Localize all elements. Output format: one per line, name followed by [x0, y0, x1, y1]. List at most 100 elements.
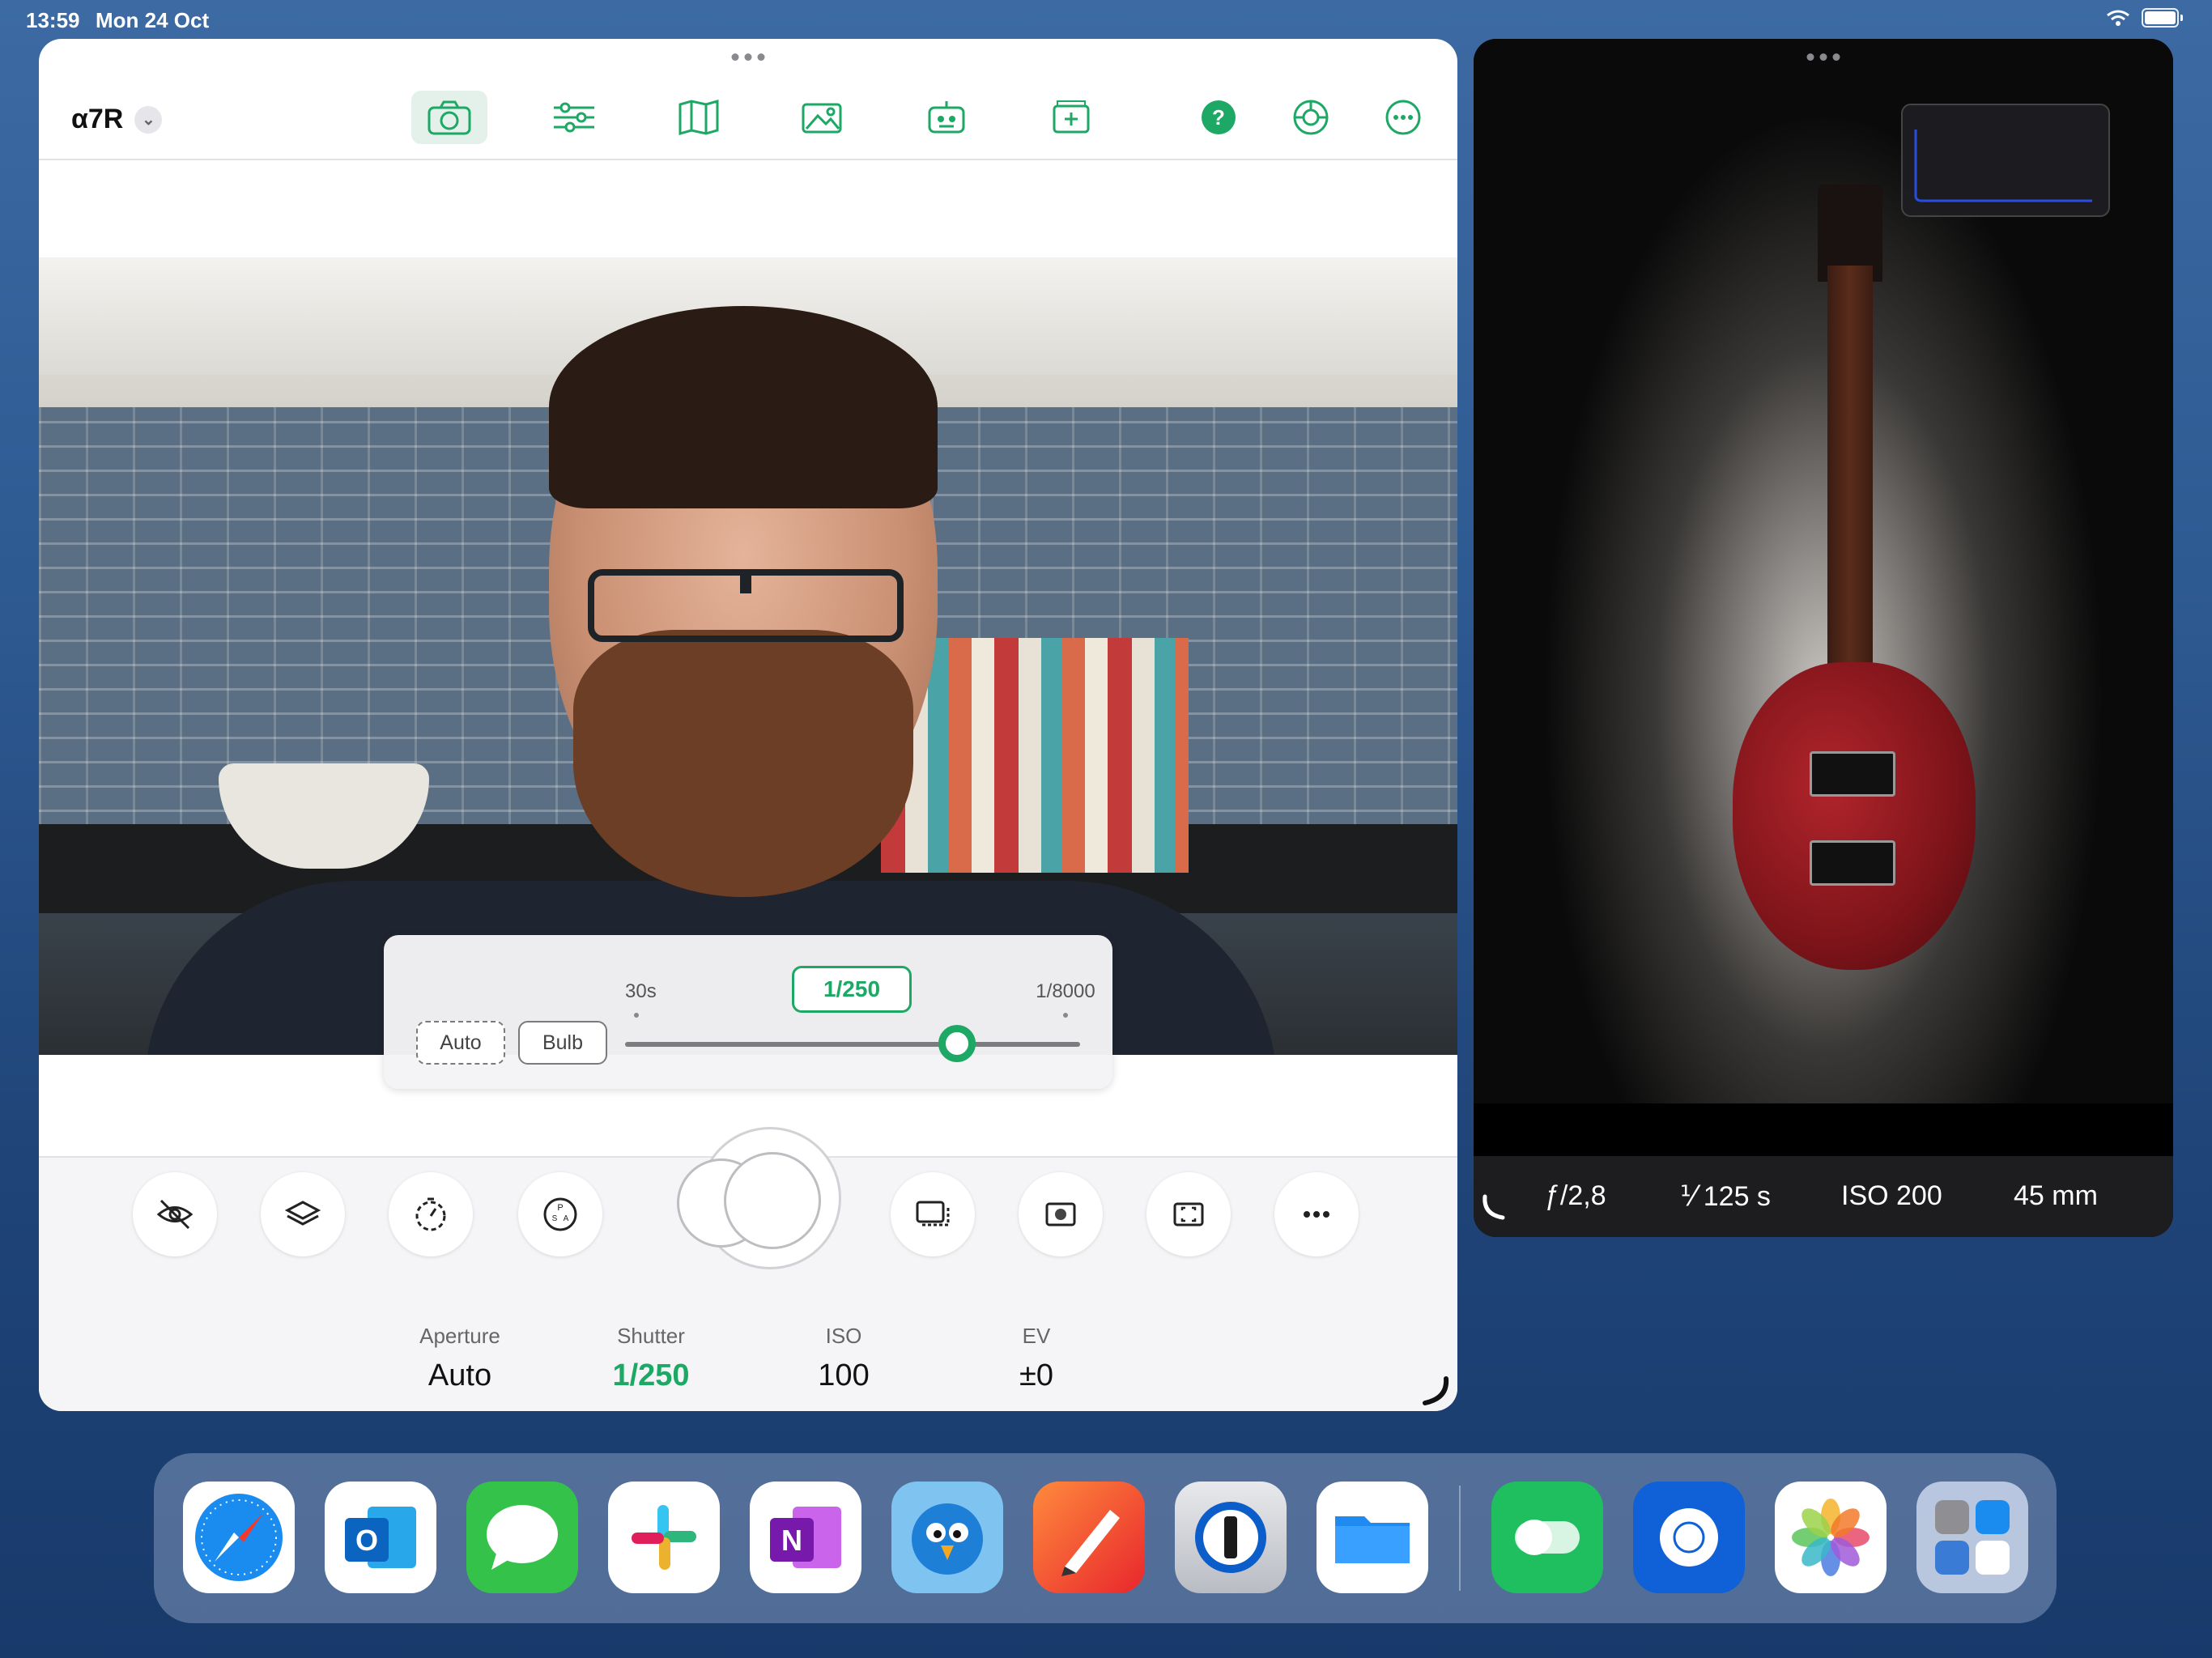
ev-label: EV: [1022, 1324, 1051, 1348]
adjustments-tab[interactable]: [536, 91, 612, 144]
timer-button[interactable]: [389, 1172, 473, 1256]
map-tab[interactable]: [661, 91, 737, 144]
camera-selector[interactable]: α7R ⌄: [71, 104, 163, 135]
robot-icon: [928, 101, 965, 134]
lv-glasses: [588, 569, 904, 642]
dock-app-library[interactable]: [1916, 1482, 2028, 1593]
photos-flower-icon: [1792, 1499, 1870, 1576]
svg-text:N: N: [781, 1524, 802, 1557]
layers-button[interactable]: [261, 1172, 345, 1256]
help-button[interactable]: ?: [1180, 91, 1257, 144]
camera-tab[interactable]: [411, 91, 487, 144]
range-max-label: 1/8000: [1036, 980, 1095, 1002]
range-min-label: 30s: [625, 980, 657, 1002]
svg-text:O: O: [355, 1524, 378, 1557]
lv-beard: [573, 630, 913, 897]
drive-mode-button[interactable]: PSA: [518, 1172, 602, 1256]
focus-area-button[interactable]: [1146, 1172, 1231, 1256]
add-screen-icon: [1053, 100, 1090, 134]
camera-controls: PSA Aperture Auto Shutter 1/250 ISO 100: [39, 1127, 1457, 1411]
dock-app-onenote[interactable]: N: [750, 1482, 861, 1593]
shutter-value: 1/250: [612, 1358, 690, 1392]
more-button[interactable]: [1365, 91, 1441, 144]
aperture-settings-button[interactable]: [1273, 91, 1349, 144]
shutter-slider-knob[interactable]: [938, 1025, 976, 1062]
camera-name: α7R: [71, 104, 124, 134]
more-options-icon: [1304, 1211, 1329, 1218]
svg-text:A: A: [564, 1214, 569, 1223]
dock-app-photos[interactable]: [1775, 1482, 1887, 1593]
focus-area-icon: [1173, 1202, 1204, 1226]
guitar-pickup-neck: [1810, 751, 1895, 797]
histogram: [1901, 104, 2110, 217]
status-time: 13:59: [26, 8, 80, 32]
toolbar: α7R ⌄ ?: [39, 87, 1457, 160]
display-button[interactable]: [891, 1172, 975, 1256]
dock-app-files[interactable]: [1317, 1482, 1428, 1593]
app-library-icon: [1935, 1500, 2010, 1575]
iso-control[interactable]: ISO 100: [771, 1324, 917, 1393]
guitar-neck: [1827, 266, 1873, 703]
exif-info-bar: ƒ/2,8 ⅟ 125 s ISO 200 45 mm: [1474, 1156, 2173, 1237]
outlook-icon: O: [345, 1507, 416, 1568]
guitar-pickup-bridge: [1810, 840, 1895, 886]
battery-icon: [2142, 8, 2179, 28]
robot-tab[interactable]: [908, 91, 985, 144]
exif-iso: ISO 200: [1841, 1180, 1942, 1211]
safari-icon: [195, 1494, 283, 1581]
chevron-down-icon: ⌄: [134, 105, 163, 134]
sliders-icon: [554, 102, 594, 133]
shutter-slider-track[interactable]: [625, 1042, 1080, 1047]
shutter-value-badge[interactable]: 1/250: [792, 966, 912, 1013]
add-tab[interactable]: [1033, 91, 1109, 144]
folder-icon: [1335, 1516, 1410, 1563]
dock-app-messages[interactable]: [466, 1482, 578, 1593]
window-resize-handle[interactable]: [1419, 1374, 1451, 1406]
dock-app-safari[interactable]: [183, 1482, 295, 1593]
window-grabber[interactable]: [731, 53, 765, 61]
window-grabber[interactable]: [1806, 53, 1840, 61]
shutter-release-button[interactable]: [677, 1127, 841, 1269]
dock-app-halide[interactable]: [1491, 1482, 1603, 1593]
camera-icon: [428, 100, 471, 135]
more-icon: [1385, 100, 1421, 135]
more-options-button[interactable]: [1274, 1172, 1359, 1256]
ev-control[interactable]: EV ±0: [963, 1324, 1109, 1393]
gallery-tab[interactable]: [784, 91, 860, 144]
svg-text:P: P: [557, 1203, 563, 1213]
aperture-value: Auto: [428, 1358, 492, 1392]
aperture-label: Aperture: [419, 1324, 500, 1348]
svg-text:S: S: [552, 1214, 558, 1223]
dock-app-vectornator[interactable]: [1033, 1482, 1145, 1593]
metering-button[interactable]: [1019, 1172, 1103, 1256]
drive-mode-icon: PS A: [543, 1197, 577, 1231]
dock-app-slack[interactable]: [608, 1482, 720, 1593]
display-icon: [916, 1201, 950, 1226]
dock: O N: [154, 1453, 2057, 1623]
dock-app-1password[interactable]: [1175, 1482, 1287, 1593]
status-icons: [2106, 8, 2183, 28]
toggle-icon: [1515, 1520, 1580, 1555]
aperture-control[interactable]: Aperture Auto: [387, 1324, 533, 1393]
wifi-icon: [2107, 10, 2129, 26]
guitar-body: [1733, 662, 1976, 970]
photo-viewer-window: ƒ/2,8 ⅟ 125 s ISO 200 45 mm: [1474, 39, 2173, 1237]
shutter-inner-ring: [724, 1152, 821, 1249]
hide-overlay-button[interactable]: [133, 1172, 217, 1256]
circle-icon: [1660, 1508, 1718, 1567]
dock-app-webex[interactable]: [1633, 1482, 1745, 1593]
dock-app-outlook[interactable]: O: [325, 1482, 436, 1593]
svg-text:?: ?: [1212, 105, 1225, 130]
toolbar-divider: [39, 159, 1457, 160]
iso-value: 100: [818, 1358, 870, 1392]
resize-corner-icon[interactable]: [1480, 1193, 1508, 1221]
timer-icon: [415, 1197, 446, 1231]
help-icon: ?: [1202, 100, 1236, 134]
lv-hair: [549, 306, 938, 508]
auto-button[interactable]: Auto: [416, 1021, 505, 1065]
dock-app-tweetbot[interactable]: [891, 1482, 1003, 1593]
shutter-control[interactable]: Shutter 1/250: [578, 1324, 724, 1393]
bulb-button[interactable]: Bulb: [518, 1021, 607, 1065]
dock-separator: [1459, 1486, 1461, 1591]
key-icon: [1195, 1502, 1266, 1573]
